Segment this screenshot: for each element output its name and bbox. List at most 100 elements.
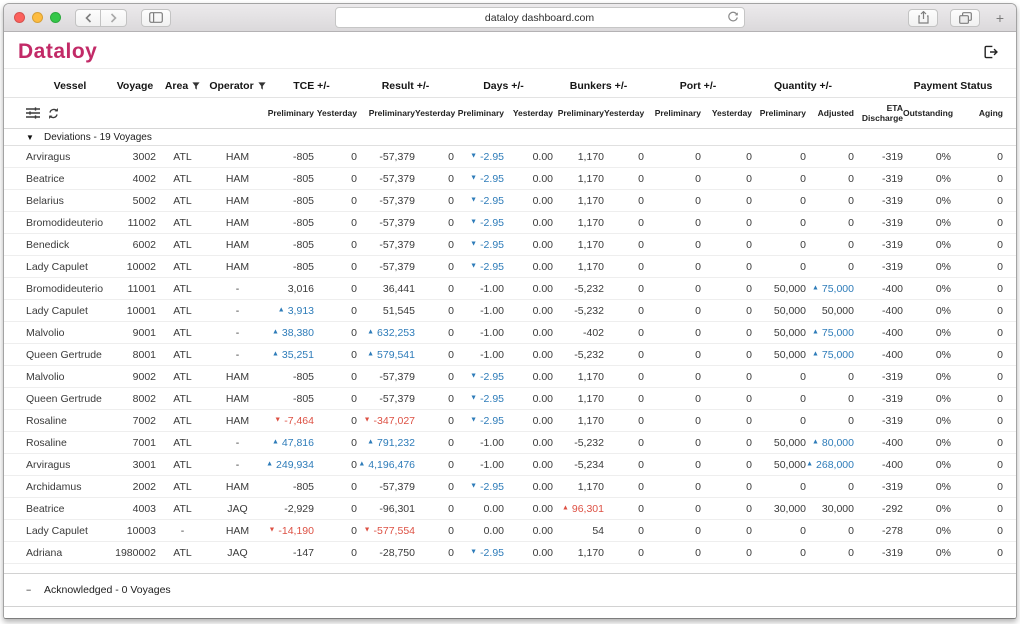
cell-port-preliminary: 0: [644, 195, 701, 207]
table-row[interactable]: Belarius5002ATLHAM-8050-57,3790▼-2.950.0…: [4, 190, 1016, 212]
table-row[interactable]: Rosaline7001ATL-▲47,8160▲791,2320-1.000.…: [4, 432, 1016, 454]
table-row[interactable]: Rosaline7002ATLHAM▼-7,4640▼-347,0270▼-2.…: [4, 410, 1016, 432]
cell-tce-yesterday: 0: [314, 371, 357, 383]
cell-tce-yesterday: 0: [314, 437, 357, 449]
table-row[interactable]: Arviragus3001ATL-▲249,9340▲4,196,4760-1.…: [4, 454, 1016, 476]
cell-value: 0%: [936, 503, 951, 515]
table-row[interactable]: Lady Capulet10002ATLHAM-8050-57,3790▼-2.…: [4, 256, 1016, 278]
table-row[interactable]: Malvolio9002ATLHAM-8050-57,3790▼-2.950.0…: [4, 366, 1016, 388]
cell-port-yesterday: 0: [701, 195, 752, 207]
table-row[interactable]: Lady Capulet10001ATL-▲3,913051,5450-1.00…: [4, 300, 1016, 322]
cell-tce-yesterday: 0: [314, 393, 357, 405]
trend-down-icon: ▼: [274, 417, 281, 424]
cell-value: 0.00: [533, 195, 553, 207]
cell-value: -1.00: [480, 349, 504, 361]
new-tab-button[interactable]: +: [990, 11, 1010, 25]
table-row[interactable]: Beatrice4003ATLJAQ-2,9290-96,30100.000.0…: [4, 498, 1016, 520]
cell-aging: 0: [951, 195, 1003, 207]
cell-port-yesterday: 0: [701, 503, 752, 515]
reload-button[interactable]: [727, 11, 739, 23]
cell-value: 1,170: [578, 173, 604, 185]
cell-tce-yesterday: 0: [314, 459, 357, 471]
table-row[interactable]: Beatrice4002ATLHAM-8050-57,3790▼-2.950.0…: [4, 168, 1016, 190]
cell-tce-preliminary: ▲38,380: [266, 327, 314, 339]
cell-value: 0.00: [533, 503, 553, 515]
cell-result-yesterday: 0: [415, 525, 454, 537]
cell-bunkers-preliminary: 54: [553, 525, 604, 537]
cell-bunkers-preliminary: ▲96,301: [553, 503, 604, 515]
logout-button[interactable]: [983, 45, 998, 59]
cell-vessel: Lady Capulet: [26, 305, 114, 317]
share-button[interactable]: [908, 9, 938, 27]
table-row[interactable]: Malvolio9001ATL-▲38,3800▲632,2530-1.000.…: [4, 322, 1016, 344]
cell-result-yesterday: 0: [415, 151, 454, 163]
cell-port-preliminary: 0: [644, 239, 701, 251]
chevron-left-icon: [85, 13, 92, 23]
cell-result-preliminary: -57,379: [357, 217, 415, 229]
cell-value: 51,545: [383, 305, 415, 317]
cell-days-preliminary: ▼-2.95: [454, 151, 504, 163]
cell-days-preliminary: ▼-2.95: [454, 173, 504, 185]
table-row[interactable]: Arviragus3002ATLHAM-8050-57,3790▼-2.950.…: [4, 146, 1016, 168]
cell-value: -57,379: [379, 393, 415, 405]
trend-down-icon: ▼: [364, 417, 371, 424]
cell-eta-discharge: -278: [854, 525, 903, 537]
trend-up-icon: ▲: [812, 285, 819, 292]
cell-result-yesterday: 0: [415, 261, 454, 273]
sidebar-button[interactable]: [141, 9, 171, 27]
cell-area: ATL: [156, 239, 209, 251]
cell-operator: -: [209, 327, 266, 339]
table-row[interactable]: Bromodideuterio11002ATLHAM-8050-57,3790▼…: [4, 212, 1016, 234]
column-settings-button[interactable]: [26, 107, 40, 119]
browser-window: dataloy dashboard.com + Dataloy Vessel V…: [3, 3, 1017, 619]
back-button[interactable]: [75, 9, 101, 27]
cell-port-yesterday: 0: [701, 151, 752, 163]
table-row[interactable]: Adriana1980002ATLJAQ-1470-28,7500▼-2.950…: [4, 542, 1016, 564]
area-filter-icon[interactable]: [192, 82, 200, 90]
table-row[interactable]: Queen Gertrude8002ATLHAM-8050-57,3790▼-2…: [4, 388, 1016, 410]
cell-operator: HAM: [209, 173, 266, 185]
table-row[interactable]: Queen Gertrude8001ATL-▲35,2510▲579,5410-…: [4, 344, 1016, 366]
cell-port-yesterday: 0: [701, 547, 752, 559]
trend-up-icon: ▲: [272, 351, 279, 358]
cell-value: -5,232: [574, 437, 604, 449]
cell-value: -400: [882, 349, 903, 361]
cell-value: 0: [997, 393, 1003, 405]
cell-operator: -: [209, 349, 266, 361]
table-row[interactable]: Benedick6002ATLHAM-8050-57,3790▼-2.950.0…: [4, 234, 1016, 256]
table-row[interactable]: Bromodideuterio11001ATL-3,016036,4410-1.…: [4, 278, 1016, 300]
section-header-deviations[interactable]: ▼Deviations - 19 Voyages: [4, 129, 1016, 146]
cell-tce-yesterday: 0: [314, 503, 357, 515]
cell-quantity-preliminary: 0: [752, 371, 806, 383]
zoom-button[interactable]: [50, 12, 61, 23]
cell-tce-yesterday: 0: [314, 305, 357, 317]
cell-aging: 0: [951, 151, 1003, 163]
cell-port-yesterday: 0: [701, 371, 752, 383]
cell-vessel: Malvolio: [26, 327, 114, 339]
window-controls: [14, 12, 61, 23]
minimize-button[interactable]: [32, 12, 43, 23]
address-bar[interactable]: dataloy dashboard.com: [335, 7, 745, 28]
tab-overview-button[interactable]: [950, 9, 980, 27]
table-row[interactable]: Archidamus2002ATLHAM-8050-57,3790▼-2.950…: [4, 476, 1016, 498]
cell-tce-yesterday: 0: [314, 349, 357, 361]
cell-result-preliminary: -57,379: [357, 371, 415, 383]
cell-quantity-adjusted: 0: [806, 151, 854, 163]
cell-days-yesterday: 0.00: [504, 173, 553, 185]
operator-filter-icon[interactable]: [258, 82, 266, 90]
refresh-button[interactable]: [47, 107, 60, 120]
section-header-acknowledged[interactable]: −Acknowledged - 0 Voyages: [4, 573, 1016, 606]
col-header-voyage: Voyage: [114, 80, 156, 92]
trend-down-icon: ▼: [470, 197, 477, 204]
cell-value: -402: [583, 327, 604, 339]
table-row[interactable]: Lady Capulet10003-HAM▼-14,1900▼-577,5540…: [4, 520, 1016, 542]
cell-value: 0.00: [533, 415, 553, 427]
section-header-no-deviations[interactable]: ▶No Deviations - 6 Voyages: [4, 606, 1016, 619]
cell-bunkers-preliminary: 1,170: [553, 151, 604, 163]
close-button[interactable]: [14, 12, 25, 23]
cell-value: -2,929: [284, 503, 314, 515]
cell-eta-discharge: -319: [854, 547, 903, 559]
forward-button[interactable]: [101, 9, 127, 27]
cell-quantity-adjusted: ▲75,000: [806, 349, 854, 361]
cell-bunkers-preliminary: 1,170: [553, 481, 604, 493]
